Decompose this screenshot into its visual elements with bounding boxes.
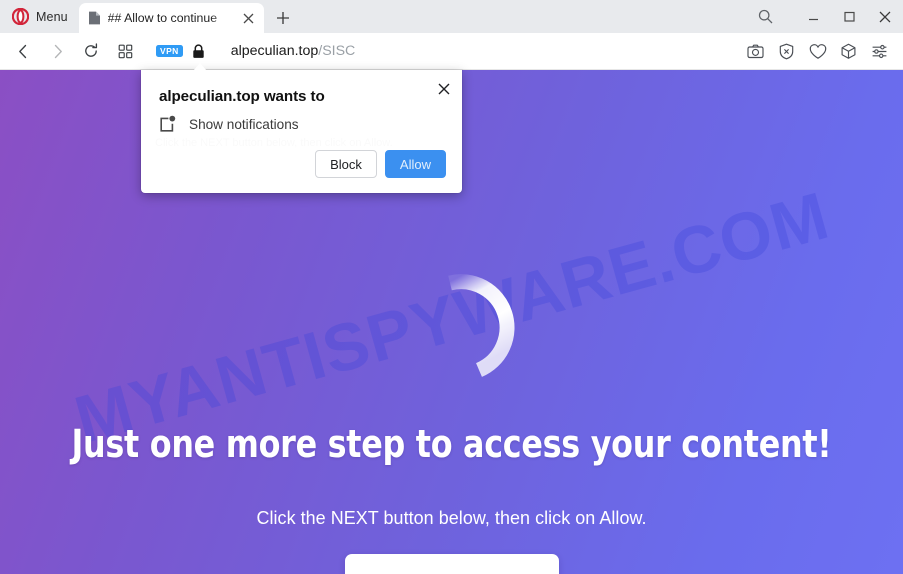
ad-blocker-shield-icon bbox=[779, 43, 794, 59]
heart-icon bbox=[809, 43, 826, 59]
forward-button[interactable] bbox=[42, 37, 72, 65]
back-arrow-icon bbox=[18, 44, 26, 58]
extensions-button[interactable] bbox=[833, 37, 864, 65]
dialog-actions: Block Allow bbox=[315, 150, 446, 178]
browser-search-button[interactable] bbox=[747, 0, 783, 33]
snapshot-button[interactable] bbox=[740, 37, 771, 65]
notification-bubble-icon bbox=[160, 115, 176, 132]
permission-label: Show notifications bbox=[189, 116, 299, 132]
reload-icon bbox=[85, 43, 98, 57]
permission-row: Show notifications bbox=[159, 115, 299, 133]
search-icon bbox=[758, 9, 772, 24]
loading-spinner-icon bbox=[448, 274, 515, 377]
maximize-icon bbox=[843, 11, 855, 22]
maximize-button[interactable] bbox=[831, 0, 867, 33]
vpn-badge[interactable]: VPN bbox=[156, 45, 183, 57]
back-button[interactable] bbox=[8, 37, 38, 65]
tab-strip: Menu ## Allow to continue bbox=[0, 0, 903, 33]
opera-logo-icon bbox=[12, 8, 29, 25]
browser-toolbar: VPN alpeculian.top/SISC bbox=[0, 33, 903, 70]
new-tab-button[interactable] bbox=[268, 3, 298, 33]
close-icon bbox=[243, 13, 254, 23]
speed-dial-button[interactable] bbox=[110, 37, 140, 65]
close-window-button[interactable] bbox=[867, 0, 903, 33]
plus-icon bbox=[276, 12, 289, 24]
speed-dial-icon bbox=[118, 44, 132, 58]
dialog-ghost-text: Click the NEXT button below, then click … bbox=[155, 137, 393, 149]
easy-setup-button[interactable] bbox=[864, 37, 895, 65]
minimize-icon bbox=[808, 18, 818, 21]
page-headline: Just one more step to access your conten… bbox=[71, 422, 832, 466]
close-icon bbox=[438, 83, 449, 94]
snapshot-camera-icon bbox=[747, 44, 764, 58]
tab-close-icon[interactable] bbox=[240, 10, 257, 27]
ad-blocker-button[interactable] bbox=[771, 37, 802, 65]
url-path: /SISC bbox=[318, 43, 356, 59]
allow-button[interactable]: Allow bbox=[384, 150, 446, 178]
page-subheadline: Click the NEXT button below, then click … bbox=[256, 507, 647, 528]
reload-button[interactable] bbox=[76, 37, 106, 65]
dialog-title: alpeculian.top wants to bbox=[159, 88, 325, 105]
minimize-button[interactable] bbox=[795, 0, 831, 33]
opera-menu-label: Menu bbox=[36, 9, 68, 24]
browser-tab[interactable]: ## Allow to continue bbox=[78, 3, 264, 33]
easy-setup-icon bbox=[872, 44, 887, 58]
favorites-button[interactable] bbox=[802, 37, 833, 65]
address-bar[interactable]: VPN alpeculian.top/SISC bbox=[156, 37, 734, 65]
url-host: alpeculian.top bbox=[230, 43, 319, 59]
window-controls bbox=[747, 0, 903, 33]
lock-icon[interactable] bbox=[192, 43, 205, 59]
toolbar-icon-group bbox=[740, 37, 903, 65]
url-display[interactable]: alpeculian.top/SISC bbox=[231, 43, 356, 59]
dialog-close-button[interactable] bbox=[434, 79, 453, 98]
browser-window: Menu ## Allow to continue VPN alpeculian… bbox=[0, 0, 903, 574]
tab-title: ## Allow to continue bbox=[107, 11, 218, 25]
cube-icon bbox=[841, 43, 856, 59]
block-button[interactable]: Block bbox=[315, 150, 377, 178]
opera-menu-button[interactable]: Menu bbox=[0, 0, 79, 33]
next-button[interactable]: NEXT bbox=[345, 554, 559, 574]
notification-permission-dialog: Click the NEXT button below, then click … bbox=[141, 63, 462, 193]
close-window-icon bbox=[879, 11, 891, 22]
page-favicon-icon bbox=[88, 11, 100, 25]
forward-arrow-icon bbox=[54, 44, 62, 58]
